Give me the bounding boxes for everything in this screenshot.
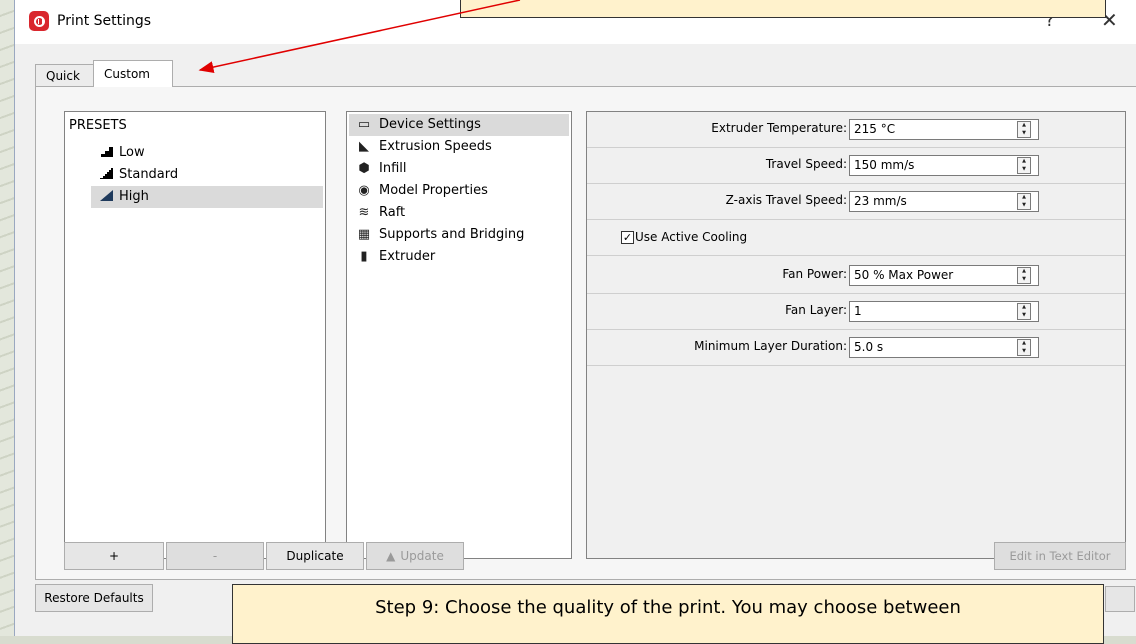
tab-custom[interactable]: Custom (93, 60, 173, 87)
annotation-arrow (198, 0, 521, 73)
instruction-callout: Step 9: Choose the quality of the print.… (232, 584, 1104, 644)
